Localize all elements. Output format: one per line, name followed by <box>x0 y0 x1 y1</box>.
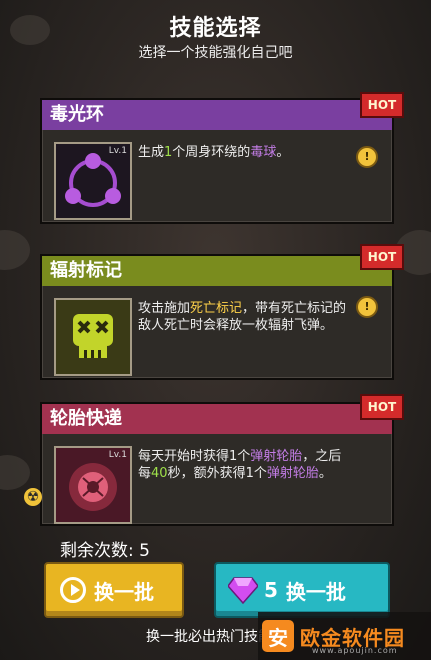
desc-text: 。 <box>318 466 332 481</box>
gem-icon <box>228 577 258 604</box>
watermark: 安 欧金软件园 www.apoujin.com <box>258 612 431 660</box>
skill-card-title: 辐射标记 <box>42 256 392 286</box>
gem-cost: 5 <box>264 578 278 602</box>
remaining-count: 剩余次数: 5 <box>60 541 150 561</box>
skill-card-title: 轮胎快递 <box>42 404 392 434</box>
refresh-free-label: 换一批 <box>94 579 154 604</box>
desc-text: 生成 <box>138 145 165 160</box>
play-icon <box>60 577 86 603</box>
hint-icon[interactable]: ! <box>356 146 378 168</box>
hot-badge: HOT <box>360 244 404 270</box>
hot-badge: HOT <box>360 92 404 118</box>
skill-card-poison-aura[interactable]: 毒光环 Lv.1 生成1个周身环绕的毒球。 ! <box>40 98 394 224</box>
desc-text: 个周身环绕的 <box>172 145 251 160</box>
background-blob <box>0 455 30 490</box>
skill-level: Lv.1 <box>108 450 127 460</box>
hint-icon[interactable]: ! <box>356 296 378 318</box>
refresh-gem-button[interactable]: 5 换一批 <box>214 562 390 618</box>
skill-card-tire-express[interactable]: 轮胎快递 Lv.1 每天开始时获得1个弹射轮胎，之后每40秒，额外获得1个弹射轮… <box>40 402 394 526</box>
desc-highlight: 弹射轮胎 <box>266 466 319 481</box>
desc-highlight: 弹射轮胎 <box>250 449 303 464</box>
background-blob <box>0 230 30 270</box>
watermark-logo: 安 <box>262 620 294 652</box>
skill-icon-box: Lv.1 <box>54 446 132 524</box>
page-title: 技能选择 <box>169 16 262 41</box>
skill-description: 每天开始时获得1个弹射轮胎，之后每40秒，额外获得1个弹射轮胎。 <box>138 448 350 482</box>
hot-badge: HOT <box>360 394 404 420</box>
radiation-icon: ☢ <box>24 488 42 506</box>
skill-card-radiation-mark[interactable]: 辐射标记 攻击施加死亡标记，带有死亡标记的敌人死亡时会释放一枚辐射飞弹。 ! <box>40 254 394 380</box>
skull-icon <box>73 314 113 358</box>
skill-description: 攻击施加死亡标记，带有死亡标记的敌人死亡时会释放一枚辐射飞弹。 <box>138 300 350 334</box>
skill-level: Lv.1 <box>108 146 127 156</box>
skill-card-title: 毒光环 <box>42 100 392 130</box>
footer-note: 换一批必出热门技能 <box>146 629 272 645</box>
desc-text: 攻击施加 <box>138 301 191 316</box>
skill-icon-box: Lv.1 <box>54 142 132 220</box>
refresh-gem-label: 换一批 <box>285 579 346 604</box>
page-subtitle: 选择一个技能强化自己吧 <box>138 45 293 61</box>
desc-text: 每天开始时获得1个 <box>138 449 251 464</box>
skill-icon-box <box>54 298 132 376</box>
desc-highlight: 毒球 <box>250 145 277 160</box>
desc-highlight: 40 <box>151 466 168 481</box>
refresh-free-button[interactable]: 换一批 <box>44 562 184 618</box>
desc-highlight: 死亡标记 <box>190 301 243 316</box>
skill-description: 生成1个周身环绕的毒球。 <box>138 144 350 161</box>
desc-text: 。 <box>276 145 290 160</box>
skill-select-screen: 技能选择 选择一个技能强化自己吧 毒光环 Lv.1 生成1个周身环绕的毒球。 !… <box>0 0 431 660</box>
desc-text: 秒，额外获得1个 <box>167 466 267 481</box>
watermark-url: www.apoujin.com <box>312 646 398 655</box>
